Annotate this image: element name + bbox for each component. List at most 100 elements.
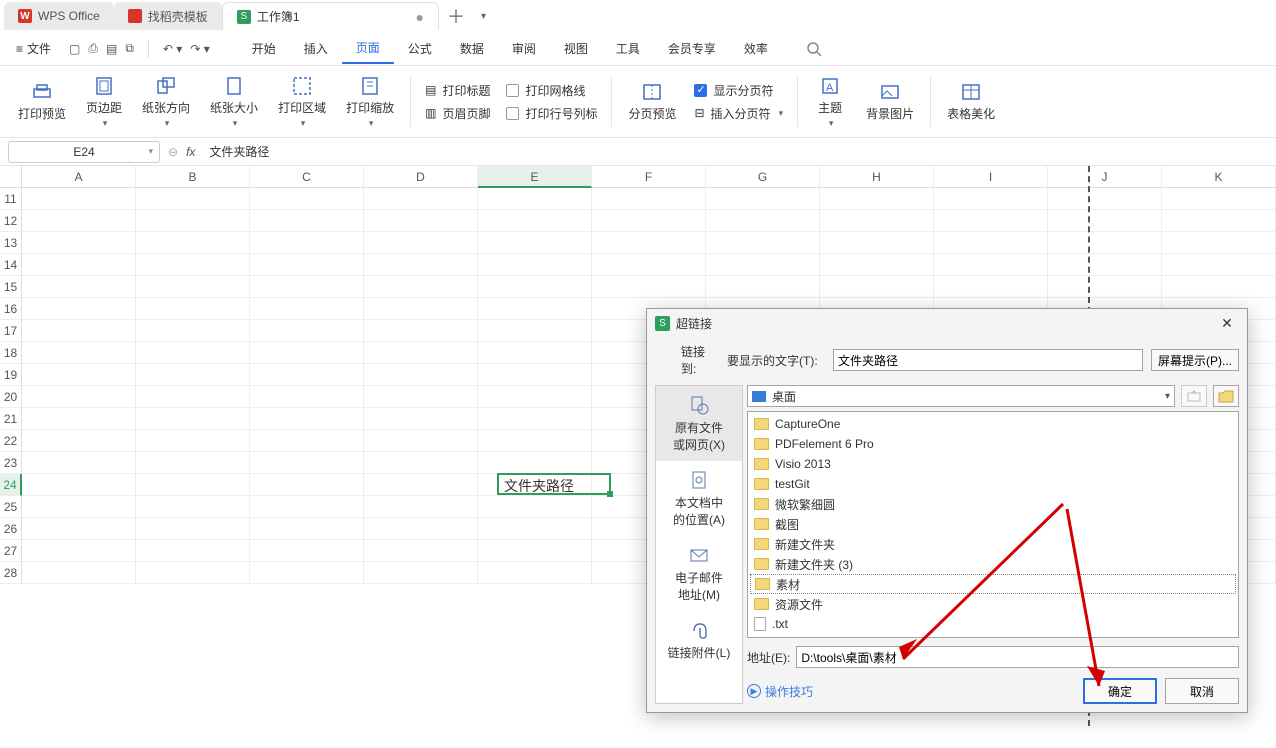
close-button[interactable]: ✕ xyxy=(1215,313,1239,333)
cell[interactable] xyxy=(364,342,478,364)
cell[interactable] xyxy=(706,210,820,232)
print-icon[interactable]: ⎙ xyxy=(88,41,98,56)
cell[interactable] xyxy=(250,188,364,210)
cell[interactable] xyxy=(136,320,250,342)
cell[interactable] xyxy=(478,254,592,276)
cell[interactable] xyxy=(250,210,364,232)
col-header-A[interactable]: A xyxy=(22,166,136,188)
cell[interactable] xyxy=(250,386,364,408)
name-box[interactable]: E24 xyxy=(8,141,160,163)
menu-efficiency[interactable]: 效率 xyxy=(730,34,782,63)
link-type-place-in-doc[interactable]: 本文档中 的位置(A) xyxy=(656,461,742,536)
cell[interactable] xyxy=(250,452,364,474)
cell[interactable] xyxy=(136,276,250,298)
menu-review[interactable]: 审阅 xyxy=(498,34,550,63)
cell[interactable] xyxy=(250,474,364,496)
cell[interactable] xyxy=(364,496,478,518)
cell[interactable] xyxy=(250,562,364,584)
cell[interactable] xyxy=(1162,254,1276,276)
page-break-preview-button[interactable]: 分页预览 xyxy=(620,70,684,133)
cell[interactable] xyxy=(934,210,1048,232)
address-input[interactable] xyxy=(796,646,1239,668)
cell[interactable] xyxy=(22,254,136,276)
cell[interactable] xyxy=(478,562,592,584)
row-header[interactable]: 13 xyxy=(0,232,22,254)
cell[interactable] xyxy=(136,364,250,386)
undo-icon[interactable]: ↶ ▾ xyxy=(163,42,182,56)
cell[interactable] xyxy=(136,452,250,474)
cell[interactable] xyxy=(364,188,478,210)
show-page-breaks-checkbox[interactable]: 显示分页符 xyxy=(694,82,783,99)
add-tab-button[interactable]: ＋ xyxy=(439,3,473,29)
cell[interactable] xyxy=(136,518,250,540)
row-header[interactable]: 22 xyxy=(0,430,22,452)
cell[interactable] xyxy=(136,232,250,254)
cell[interactable] xyxy=(250,518,364,540)
tips-link[interactable]: ▶ 操作技巧 xyxy=(747,683,813,700)
cell[interactable] xyxy=(364,386,478,408)
cell[interactable] xyxy=(364,562,478,584)
cell[interactable] xyxy=(364,518,478,540)
tab-templates[interactable]: 找稻壳模板 xyxy=(114,2,222,30)
folder-combo[interactable]: 桌面 xyxy=(747,385,1175,407)
row-header[interactable]: 11 xyxy=(0,188,22,210)
cell[interactable] xyxy=(364,474,478,496)
link-type-attachment[interactable]: 链接附件(L) xyxy=(656,611,742,669)
cell[interactable] xyxy=(592,276,706,298)
row-header[interactable]: 23 xyxy=(0,452,22,474)
print-preview-button[interactable]: 打印预览 xyxy=(10,70,74,133)
link-type-email[interactable]: 电子邮件 地址(M) xyxy=(656,536,742,611)
row-header[interactable]: 25 xyxy=(0,496,22,518)
row-header[interactable]: 12 xyxy=(0,210,22,232)
print-titles-button[interactable]: ▤打印标题 xyxy=(425,82,490,99)
cell[interactable] xyxy=(478,210,592,232)
cell[interactable] xyxy=(478,298,592,320)
file-item[interactable]: 微软繁细圆 xyxy=(750,494,1236,514)
cell[interactable] xyxy=(250,342,364,364)
cell[interactable] xyxy=(706,254,820,276)
cell[interactable] xyxy=(592,210,706,232)
cell[interactable] xyxy=(250,298,364,320)
cell[interactable] xyxy=(250,496,364,518)
col-header-B[interactable]: B xyxy=(136,166,250,188)
cell[interactable] xyxy=(136,562,250,584)
file-item[interactable]: 素材 xyxy=(750,574,1236,594)
cell[interactable] xyxy=(934,188,1048,210)
cell[interactable] xyxy=(22,298,136,320)
col-header-D[interactable]: D xyxy=(364,166,478,188)
col-header-H[interactable]: H xyxy=(820,166,934,188)
menu-data[interactable]: 数据 xyxy=(446,34,498,63)
header-footer-button[interactable]: ▥页眉页脚 xyxy=(425,105,490,122)
print-grid-checkbox[interactable]: 打印网格线 xyxy=(506,82,597,99)
cell[interactable] xyxy=(364,298,478,320)
cancel-button[interactable]: 取消 xyxy=(1165,678,1239,704)
cell[interactable] xyxy=(22,232,136,254)
col-header-G[interactable]: G xyxy=(706,166,820,188)
cell[interactable] xyxy=(136,342,250,364)
cell[interactable] xyxy=(478,496,592,518)
fx-icon[interactable]: fx xyxy=(186,145,195,159)
cell[interactable] xyxy=(478,430,592,452)
cell[interactable] xyxy=(250,430,364,452)
paper-size-button[interactable]: 纸张大小 xyxy=(202,70,266,133)
cell[interactable] xyxy=(478,518,592,540)
file-list[interactable]: CaptureOnePDFelement 6 ProVisio 2013test… xyxy=(747,411,1239,638)
file-item[interactable]: .txt xyxy=(750,614,1236,634)
cell[interactable] xyxy=(1048,210,1162,232)
print-scale-button[interactable]: 打印缩放 xyxy=(338,70,402,133)
cell[interactable] xyxy=(1048,254,1162,276)
cell[interactable] xyxy=(364,430,478,452)
cell[interactable] xyxy=(136,188,250,210)
table-beautify-button[interactable]: 表格美化 xyxy=(939,70,1003,133)
cell[interactable] xyxy=(136,408,250,430)
cell[interactable] xyxy=(364,320,478,342)
cell[interactable] xyxy=(22,562,136,584)
cell[interactable] xyxy=(934,254,1048,276)
cell[interactable] xyxy=(1048,276,1162,298)
col-header-I[interactable]: I xyxy=(934,166,1048,188)
row-header[interactable]: 27 xyxy=(0,540,22,562)
cell[interactable] xyxy=(250,540,364,562)
dialog-titlebar[interactable]: S 超链接 ✕ xyxy=(647,309,1247,337)
cell[interactable] xyxy=(1048,188,1162,210)
row-header[interactable]: 15 xyxy=(0,276,22,298)
